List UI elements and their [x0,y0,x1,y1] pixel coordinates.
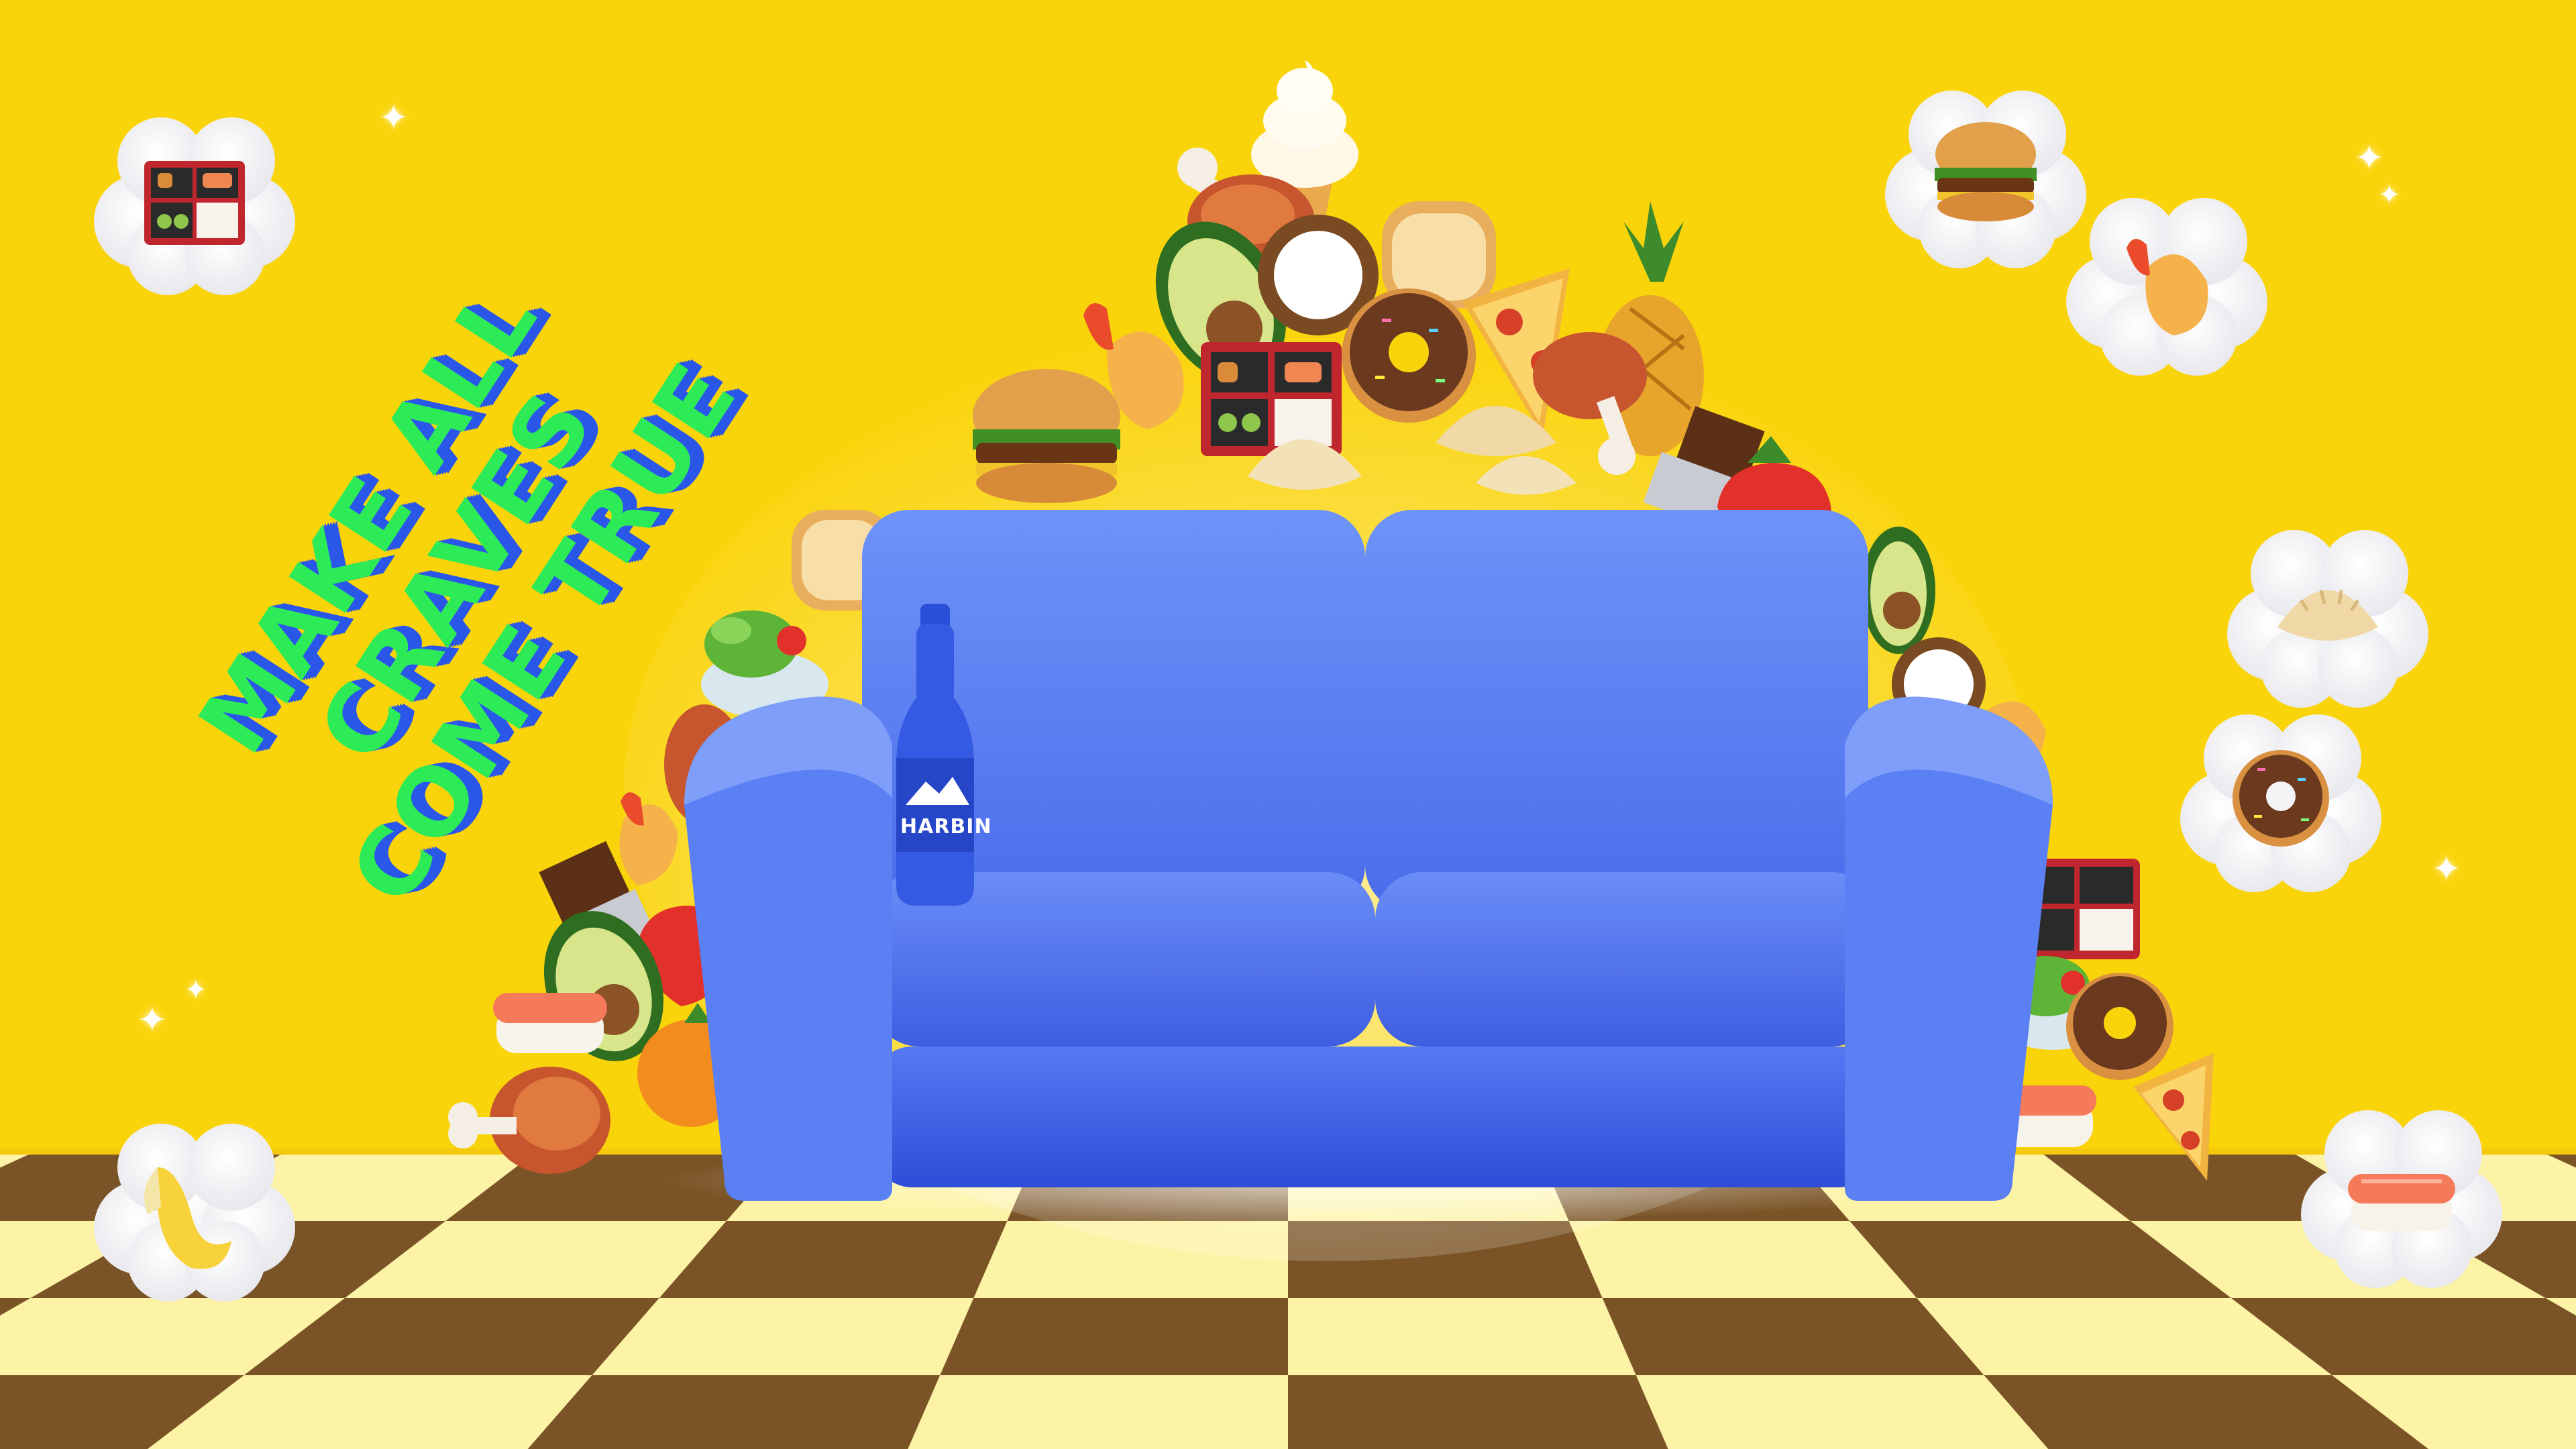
sparkle-icon: ✦ [138,1000,167,1040]
cloud-fried-shrimp [2066,198,2267,376]
sushi-icon [2348,1174,2455,1231]
sparkle-icon: ✦ [2355,138,2384,178]
sparkle-icon: ✦ [2432,849,2461,890]
cloud-donut [2180,714,2381,892]
cloud-dumpling [2227,530,2428,708]
cloud-hamburger [1885,91,2086,268]
cloud-bento [94,117,295,295]
bento-box-icon [144,161,245,245]
thought-clouds [94,91,2502,1301]
sparkle-icon: ✦ [379,98,409,138]
sparkle-icon: ✦ [2378,180,2401,211]
hamburger-icon [1935,122,2037,221]
donut-icon [2233,750,2329,847]
scene: HARBIN MAKE ALL CRAVES COME TRUE ✦ ✦ ✦ ✦… [0,0,2576,1449]
cloud-sushi [2301,1110,2502,1288]
sparkle-icon: ✦ [184,975,207,1006]
cloud-banana [94,1124,295,1301]
